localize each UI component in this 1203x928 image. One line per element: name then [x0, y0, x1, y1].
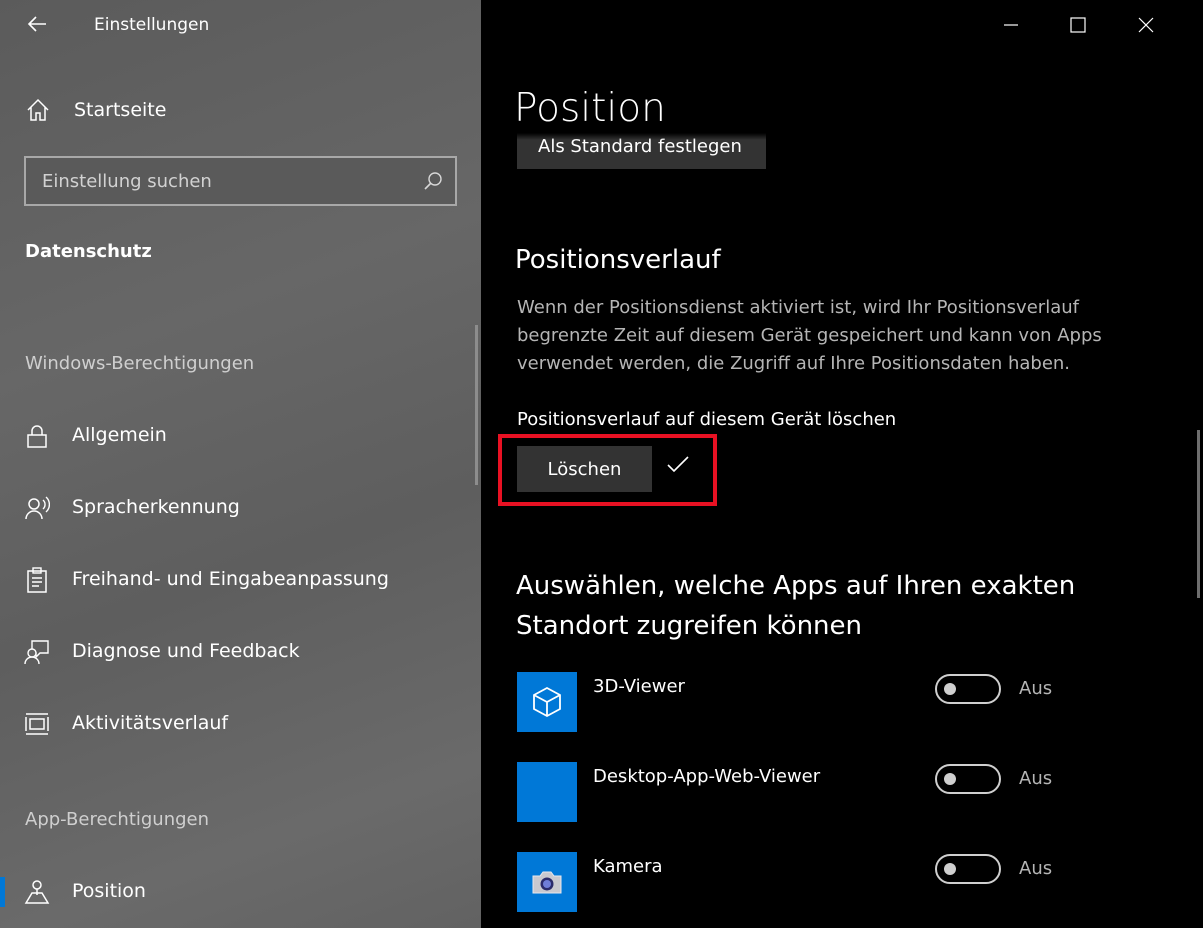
set-default-button[interactable]: Als Standard festlegen	[517, 132, 766, 169]
sidebar-item-allgemein[interactable]: Allgemein	[0, 413, 470, 459]
close-icon	[1138, 17, 1154, 33]
location-person-icon	[24, 880, 50, 904]
timeline-icon	[25, 713, 49, 735]
app-name: 3D-Viewer	[593, 676, 685, 697]
sidebar-item-label: Startseite	[74, 99, 167, 121]
home-icon	[27, 98, 49, 121]
titlebar-left: Einstellungen	[0, 0, 481, 52]
app-tile	[517, 762, 577, 822]
app-title: Einstellungen	[94, 15, 210, 35]
sidebar-item-position[interactable]: Position	[0, 869, 470, 915]
set-default-button-label: Als Standard festlegen	[538, 136, 742, 157]
app-name: Desktop-App-Web-Viewer	[593, 766, 821, 787]
app-row-3d-viewer: 3D-Viewer Aus	[517, 672, 1157, 732]
sidebar-item-spracherkennung[interactable]: Spracherkennung	[0, 485, 470, 531]
toggle-state: Aus	[1019, 678, 1053, 699]
sidebar-item-label: Aktivitätsverlauf	[72, 712, 229, 734]
sidebar-item-home[interactable]: Startseite	[0, 88, 481, 134]
main-scrollbar[interactable]	[1197, 430, 1200, 598]
app-toggle[interactable]	[935, 764, 1001, 794]
page-title: Position	[514, 86, 666, 131]
feedback-icon	[24, 640, 49, 665]
maximize-icon	[1070, 17, 1086, 33]
sidebar-item-diagnose[interactable]: Diagnose und Feedback	[0, 629, 470, 675]
app-row-desktop-app-web-viewer: Desktop-App-Web-Viewer Aus	[517, 762, 1157, 822]
section-title: Datenschutz	[25, 241, 152, 262]
sidebar: Einstellungen Startseite Datenschutz Win…	[0, 0, 481, 928]
sidebar-item-label: Diagnose und Feedback	[72, 640, 300, 662]
back-arrow-icon[interactable]	[26, 13, 48, 35]
apps-heading: Auswählen, welche Apps auf Ihren exakten…	[516, 571, 1076, 641]
toggle-knob	[944, 683, 956, 695]
sidebar-item-label: Freihand- und Eingabeanpassung	[72, 568, 389, 590]
toggle-knob	[944, 773, 956, 785]
sidebar-item-label: Spracherkennung	[72, 496, 240, 518]
search-box[interactable]	[24, 156, 457, 206]
minimize-icon	[1004, 24, 1018, 26]
toggle-knob	[944, 863, 956, 875]
highlight-annotation	[498, 434, 717, 506]
window-controls	[983, 0, 1203, 50]
maximize-button[interactable]	[1058, 8, 1098, 44]
clear-history-label: Positionsverlauf auf diesem Gerät lösche…	[517, 409, 897, 430]
sidebar-item-freihand[interactable]: Freihand- und Eingabeanpassung	[0, 557, 470, 603]
sidebar-scrollbar[interactable]	[475, 325, 478, 485]
cube-icon	[533, 686, 561, 718]
group-header-windows: Windows-Berechtigungen	[25, 353, 255, 374]
app-tile	[517, 852, 577, 912]
app-toggle[interactable]	[935, 674, 1001, 704]
toggle-state: Aus	[1019, 768, 1053, 789]
app-name: Kamera	[593, 856, 663, 877]
speech-icon	[25, 496, 50, 520]
search-input[interactable]	[42, 168, 412, 194]
history-description: Wenn der Positionsdienst aktiviert ist, …	[517, 297, 1102, 374]
sidebar-item-aktivitaetsverlauf[interactable]: Aktivitätsverlauf	[0, 701, 470, 747]
camera-icon	[532, 871, 562, 894]
search-icon[interactable]	[423, 171, 443, 191]
history-heading: Positionsverlauf	[515, 245, 721, 275]
sidebar-item-label: Position	[72, 880, 146, 902]
app-tile	[517, 672, 577, 732]
minimize-button[interactable]	[991, 8, 1031, 44]
main-pane: Als Standard festlegen Position Position…	[481, 0, 1203, 928]
group-header-apps: App-Berechtigungen	[25, 809, 210, 830]
app-row-kamera: Kamera Aus	[517, 852, 1157, 912]
clipboard-icon	[27, 567, 47, 593]
lock-icon	[27, 425, 47, 448]
sidebar-item-label: Allgemein	[72, 424, 167, 446]
app-toggle[interactable]	[935, 854, 1001, 884]
toggle-state: Aus	[1019, 858, 1053, 879]
close-button[interactable]	[1126, 8, 1166, 44]
selection-indicator	[0, 877, 5, 907]
